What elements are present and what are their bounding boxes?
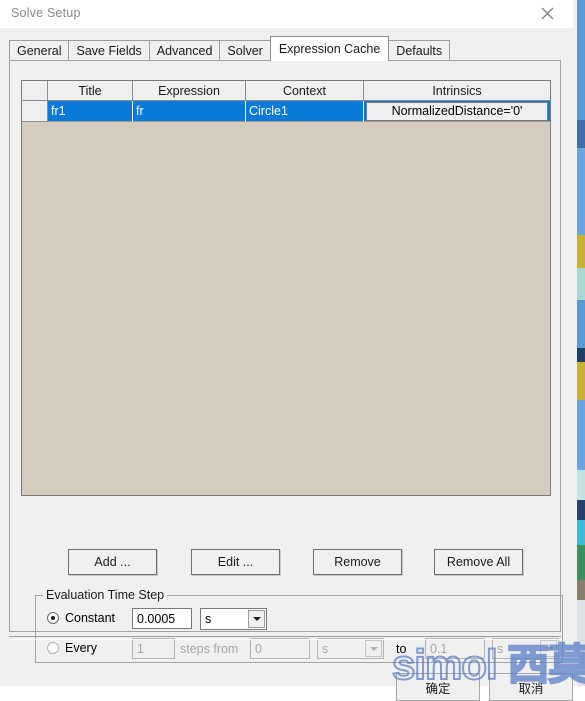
every-to-input[interactable]: 0.1: [425, 638, 485, 659]
dialog-client-area: General Save Fields Advanced Solver Expr…: [0, 28, 573, 701]
cancel-button[interactable]: 取消: [489, 673, 573, 701]
close-button[interactable]: [527, 0, 567, 27]
tab-label: Solver: [227, 44, 263, 58]
grid-corner-header[interactable]: [22, 81, 48, 101]
cell-context[interactable]: Circle1: [246, 101, 364, 122]
radio-constant-indicator: [47, 612, 59, 624]
radio-every-indicator: [47, 642, 59, 654]
grid-header-expression[interactable]: Expression: [133, 81, 246, 101]
grid-header-title[interactable]: Title: [48, 81, 133, 101]
ok-button[interactable]: 确定: [396, 673, 480, 701]
intrinsics-editor[interactable]: NormalizedDistance='0': [366, 101, 548, 121]
constant-unit-value: s: [205, 612, 212, 626]
remove-button[interactable]: Remove: [313, 549, 402, 575]
tab-expression-cache[interactable]: Expression Cache: [269, 36, 390, 61]
remove-all-button[interactable]: Remove All: [434, 549, 523, 575]
radio-every-label: Every: [65, 641, 97, 655]
to-label: to: [396, 642, 407, 656]
table-row[interactable]: fr1 fr Circle1 NormalizedDistance='0': [22, 101, 550, 122]
tab-strip: General Save Fields Advanced Solver Expr…: [9, 36, 451, 61]
add-button[interactable]: Add ...: [68, 549, 157, 575]
grid-header-row: Title Expression Context Intrinsics: [22, 81, 550, 101]
chevron-down-icon[interactable]: [248, 610, 265, 628]
solve-setup-dialog: Solve Setup General Save Fields Advanced…: [0, 0, 573, 701]
tab-defaults[interactable]: Defaults: [388, 40, 451, 61]
steps-from-label: steps from: [180, 642, 239, 656]
tab-save-fields[interactable]: Save Fields: [68, 40, 150, 61]
every-steps-input[interactable]: 1: [132, 638, 175, 659]
tab-label: Advanced: [156, 44, 213, 58]
cell-title[interactable]: fr1: [48, 101, 133, 122]
close-icon: [541, 7, 554, 20]
every-to-unit-select[interactable]: s: [492, 638, 559, 659]
evaluation-time-step-label: Evaluation Time Step: [43, 588, 168, 602]
tab-label: Expression Cache: [278, 42, 381, 56]
dialog-separator: [9, 636, 561, 640]
edit-button[interactable]: Edit ...: [191, 549, 280, 575]
constant-value-input[interactable]: 0.0005: [132, 608, 192, 629]
expression-cache-panel: Title Expression Context Intrinsics fr1 …: [9, 60, 563, 663]
cell-intrinsics[interactable]: NormalizedDistance='0': [364, 101, 550, 122]
tab-advanced[interactable]: Advanced: [148, 40, 221, 61]
tab-label: Save Fields: [76, 44, 142, 58]
radio-constant[interactable]: Constant: [47, 611, 115, 625]
every-to-unit-value: s: [497, 641, 504, 656]
chevron-down-icon[interactable]: [365, 640, 382, 657]
expression-cache-grid[interactable]: Title Expression Context Intrinsics fr1 …: [21, 80, 551, 496]
grid-header-intrinsics[interactable]: Intrinsics: [364, 81, 550, 101]
chevron-down-icon[interactable]: [540, 640, 557, 657]
background-strip-gutter: [573, 0, 577, 686]
tab-label: General: [17, 44, 62, 58]
window-title: Solve Setup: [11, 6, 81, 20]
every-from-input[interactable]: 0: [250, 638, 310, 659]
tab-solver[interactable]: Solver: [219, 40, 271, 61]
grid-header-context[interactable]: Context: [246, 81, 364, 101]
cell-expression[interactable]: fr: [133, 101, 246, 122]
tab-label: Defaults: [396, 44, 443, 58]
constant-unit-select[interactable]: s: [200, 608, 267, 630]
radio-constant-label: Constant: [65, 611, 116, 625]
tab-general[interactable]: General: [9, 40, 70, 61]
every-from-unit-select[interactable]: s: [317, 638, 384, 659]
title-bar: Solve Setup: [0, 0, 573, 29]
row-selector-cell[interactable]: [22, 101, 48, 122]
radio-every[interactable]: Every: [47, 641, 97, 655]
every-from-unit-value: s: [322, 641, 329, 656]
